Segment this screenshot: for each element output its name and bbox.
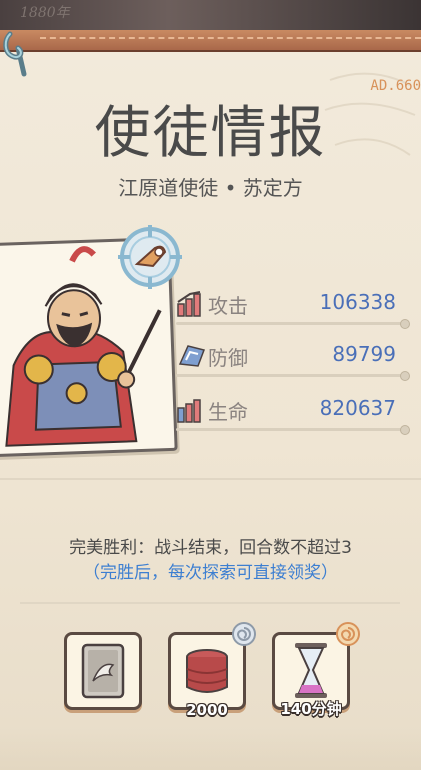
stat-row-defense: 防御 89799 [176,338,416,381]
card-icon [81,643,125,699]
stat-bar-defense [176,371,410,381]
stat-row-attack: 攻击 106338 [176,286,416,329]
reward-slot-hourglass[interactable]: 140分钟 [272,622,360,718]
divider [0,478,421,480]
stat-value-defense: 89799 [332,342,396,366]
stat-bar-attack [176,319,410,329]
attack-icon [177,291,201,317]
reward-slot-drum[interactable]: 2000 [168,622,256,719]
bottom-fade [0,726,421,770]
background-strip: 1880年 [0,0,421,30]
apostle-subtitle: 江原道使徒 • 苏定方 [118,176,303,200]
reward-count: 140分钟 [280,700,342,718]
stat-label-health: 生命 [208,400,248,424]
victory-note: （完胜后，每次探索可直接领奖） [83,563,338,583]
spiral-badge-icon [232,622,256,646]
defense-icon [178,345,205,367]
stat-label-attack: 攻击 [208,294,248,318]
divider [20,602,400,604]
hook-icon [3,31,27,77]
stat-row-health: 生命 820637 [176,392,416,435]
stat-label-defense: 防御 [208,346,248,370]
spiral-badge-icon [336,622,360,646]
background-year-text: 1880年 [20,5,70,21]
aim-badge-icon [118,225,182,289]
stat-bar-health [176,425,410,435]
reward-count: 2000 [186,701,228,719]
banner-rod [0,30,421,52]
stat-value-health: 820637 [319,396,396,420]
stat-value-attack: 106338 [319,290,396,314]
reward-slot-card[interactable] [64,632,142,710]
victory-condition: 完美胜利：战斗结束，回合数不超过3 [69,538,352,558]
page-title: 使徒情报 [94,101,327,166]
health-icon [177,399,201,423]
